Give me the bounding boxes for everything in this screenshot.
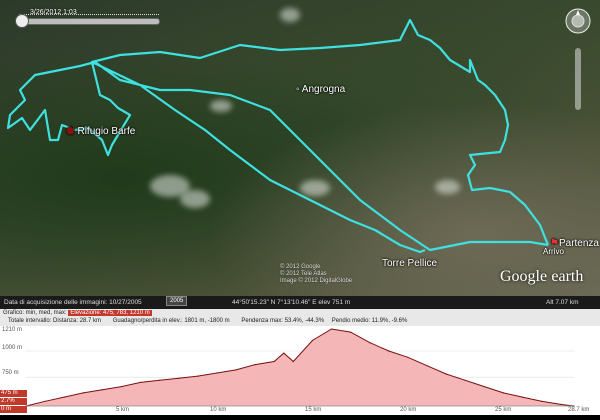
logo-brand: Google: [500, 268, 548, 285]
elevation-point: [350, 331, 352, 333]
place-partenza-label: Partenza: [558, 238, 599, 249]
mean-slope: Pendio medio: 11.9%, -9.6%: [331, 318, 408, 324]
elevation-profile-header: Grafico: min, med, max: Elevazione: 475,…: [0, 309, 600, 326]
time-slider[interactable]: [15, 14, 160, 28]
gps-track: [6, 18, 550, 254]
elevation-point: [120, 386, 123, 388]
elevation-point: [235, 369, 237, 371]
elevation-point: [101, 389, 103, 391]
y-tick-label: 750 m: [2, 370, 19, 376]
x-tick-label: 5 km: [116, 407, 130, 413]
status-bar: Data di acquisizione delle immagini: 10/…: [0, 296, 600, 309]
x-tick-label: 20 km: [400, 407, 417, 413]
y-tick-label: 1000 m: [2, 345, 23, 351]
elevation-point: [254, 364, 256, 366]
zoom-slider[interactable]: [575, 48, 581, 110]
place-torre-label: Torre Pellice: [382, 258, 438, 269]
elevation-point: [140, 381, 142, 383]
cursor-slope-badge: 2.7%: [0, 398, 27, 405]
time-slider-date: 3/26/2012 1:03: [30, 9, 77, 16]
elevation-point: [311, 339, 313, 342]
place-angrogna[interactable]: ◦ Angrogna: [296, 84, 345, 95]
elevation-profile-svg: [25, 328, 575, 407]
y-tick-label: 1210 m: [2, 327, 23, 333]
elevation-point: [159, 379, 161, 381]
x-tick-label: 15 km: [305, 407, 322, 413]
elevation-point: [483, 386, 485, 388]
eye-altitude: Alt 7.07 km: [546, 299, 579, 306]
x-origin-badge: 0 m: [0, 406, 27, 413]
elevation-area: [26, 329, 574, 406]
copyright-google: © 2012 Google: [280, 264, 321, 270]
logo-suffix: earth: [551, 268, 584, 285]
rifugio-marker-icon: ⬟: [66, 126, 75, 137]
place-rifugio-label: Rifugio Barfe: [77, 126, 136, 137]
elevation-point: [292, 360, 294, 363]
elevation-point: [330, 328, 333, 330]
max-slope: Pendenza max: 53.4%, -44.3%: [241, 318, 325, 324]
elevation-point: [82, 392, 84, 394]
elevation-stats[interactable]: Elevazione: 475, 783, 1210 m: [68, 310, 152, 316]
elevation-point: [216, 372, 218, 374]
cursor-coordinates: 44°50'15.23" N 7°13'10.46" E elev 751 m: [232, 299, 351, 306]
elevation-point: [502, 392, 504, 394]
map-view[interactable]: ◦ Angrogna ⬟ Rifugio Barfe Torre Pellice…: [0, 0, 600, 296]
elevation-profile-chart[interactable]: 1210 m 1000 m 750 m 475 m 2.7% 0 m 5 km …: [0, 326, 600, 415]
navigation-compass-icon[interactable]: [563, 6, 593, 40]
elevation-point: [283, 352, 285, 354]
elevation-point: [426, 365, 428, 367]
place-arrivo[interactable]: Arrivo: [543, 247, 564, 256]
elevation-point: [521, 396, 524, 398]
historical-imagery-year[interactable]: 2005: [166, 296, 188, 306]
elevation-point: [44, 400, 46, 402]
google-earth-logo: Google earth: [500, 266, 583, 286]
elevation-point: [560, 403, 562, 405]
place-rifugio[interactable]: ⬟ Rifugio Barfe: [66, 126, 135, 137]
copyright-teleatlas: © 2012 Tele Atlas: [280, 271, 327, 277]
cursor-elevation-badge: 475 m: [0, 390, 27, 397]
place-torre[interactable]: Torre Pellice: [382, 258, 437, 269]
x-tick-label: 28.7 km: [568, 407, 590, 413]
elevation-point: [197, 375, 199, 377]
graph-prefix: Grafico: min, med, max:: [3, 310, 67, 316]
elevation-point: [407, 356, 409, 358]
x-tick-label: 10 km: [210, 407, 227, 413]
time-slider-handle[interactable]: [15, 14, 29, 28]
copyright-digitalglobe: Image © 2012 DigitalGlobe: [280, 278, 353, 284]
x-tick-label: 25 km: [495, 407, 512, 413]
elevation-point: [464, 379, 466, 381]
place-arrivo-label: Arrivo: [543, 247, 564, 256]
elevation-point: [63, 396, 65, 398]
elevation-gain-loss: Guadagno/perdita in elev.: 1801 m, -1800…: [112, 318, 230, 324]
elevation-point: [540, 400, 543, 402]
place-angrogna-label: Angrogna: [301, 84, 346, 95]
total-distance: Totale intervallo: Distanza: 28.7 km: [8, 318, 102, 324]
elevation-point: [445, 373, 447, 375]
elevation-point: [178, 377, 180, 379]
elevation-point: [388, 350, 390, 352]
elevation-point: [369, 342, 371, 344]
map-copyright: © 2012 Google © 2012 Tele Atlas Image © …: [280, 264, 352, 285]
elevation-point: [273, 360, 275, 363]
imagery-date: Data di acquisizione delle immagini: 10/…: [4, 299, 142, 306]
